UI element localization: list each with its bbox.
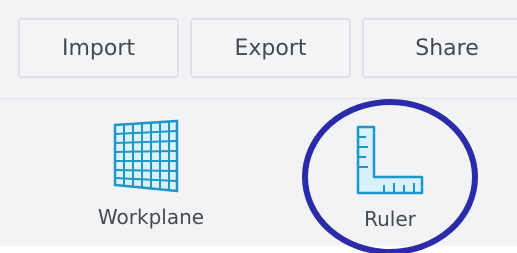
panel-footer (0, 246, 517, 253)
workplane-tool[interactable]: Workplane (86, 119, 216, 239)
workplane-label: Workplane (97, 205, 205, 229)
share-button[interactable]: Share (362, 18, 517, 78)
top-toolbar: Import Export Share (0, 0, 517, 99)
ruler-tool[interactable]: Ruler (340, 119, 440, 239)
ruler-label: Ruler (364, 207, 416, 231)
export-button[interactable]: Export (190, 18, 351, 78)
ruler-icon (354, 123, 428, 197)
workplane-icon (109, 119, 183, 193)
import-button[interactable]: Import (18, 18, 179, 78)
app-window: Import Export Share Workplane Ruler (0, 0, 517, 253)
